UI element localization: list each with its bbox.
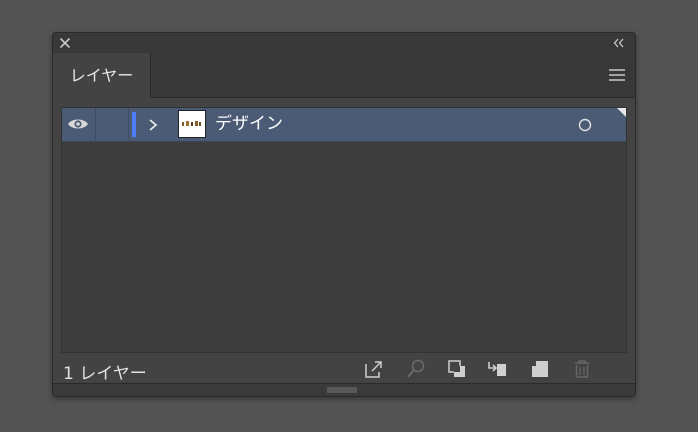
grip-icon <box>327 387 357 393</box>
export-icon[interactable] <box>363 358 385 380</box>
close-icon[interactable] <box>58 36 72 50</box>
new-sublayer-icon[interactable] <box>486 358 508 380</box>
target-circle-icon[interactable] <box>578 118 592 132</box>
chevron-right-icon[interactable] <box>146 117 160 133</box>
panel-title-bar[interactable] <box>53 33 635 54</box>
panel-footer: 1 レイヤー <box>53 353 635 385</box>
layer-count-label: 1 レイヤー <box>63 364 147 384</box>
visibility-toggle[interactable] <box>62 108 96 141</box>
layer-row[interactable]: デザイン <box>62 108 626 142</box>
double-chevron-left-icon[interactable] <box>611 35 627 51</box>
magnifier-icon <box>407 359 425 378</box>
selection-indicator <box>617 108 626 117</box>
tab-layers[interactable]: レイヤー <box>53 53 151 98</box>
eye-icon <box>68 119 88 129</box>
layer-color-indicator <box>132 112 136 137</box>
layer-thumbnail <box>178 110 206 138</box>
layer-name[interactable]: デザイン <box>215 108 283 141</box>
panel-tab-bar: レイヤー <box>53 53 635 98</box>
new-layer-icon[interactable] <box>529 358 551 380</box>
thumbnail-artwork-icon <box>182 121 201 126</box>
lock-toggle[interactable] <box>96 108 129 141</box>
clipping-mask-icon[interactable] <box>446 358 468 380</box>
layers-panel: レイヤー デザイン 1 レイヤー <box>52 32 636 397</box>
hamburger-menu-icon[interactable] <box>608 67 626 83</box>
layer-list[interactable]: デザイン <box>61 107 627 353</box>
resize-handle[interactable] <box>53 383 635 396</box>
trash-icon <box>575 360 589 378</box>
